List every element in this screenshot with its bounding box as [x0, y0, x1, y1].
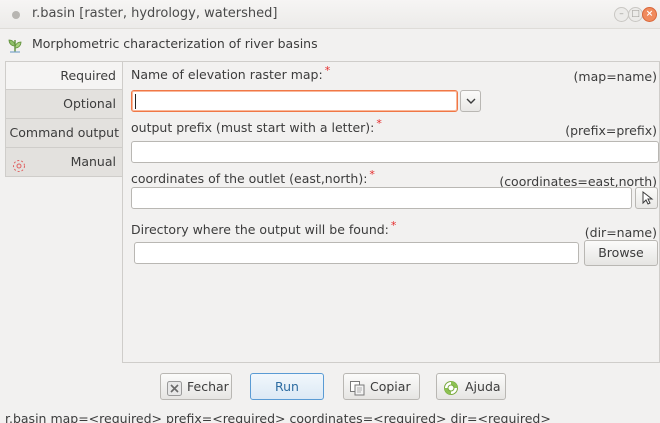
close-button[interactable]: Fechar — [160, 373, 232, 400]
close-button-label: Fechar — [187, 379, 229, 394]
window-menu-dot-icon[interactable] — [12, 11, 20, 19]
text-caret — [135, 94, 136, 109]
elevation-label-text: Name of elevation raster map: — [131, 67, 323, 82]
elevation-map-combobox[interactable] — [131, 90, 458, 112]
tab-required-label: Required — [60, 68, 116, 83]
tab-optional-label: Optional — [63, 96, 116, 111]
required-marker: * — [376, 117, 382, 130]
tab-manual[interactable]: Manual — [5, 148, 123, 177]
manual-help-icon — [12, 155, 26, 183]
elevation-dropdown-button[interactable] — [460, 90, 481, 112]
minimize-button[interactable]: – — [614, 7, 629, 22]
elevation-key: (map=name) — [573, 69, 657, 84]
browse-button[interactable]: Browse — [584, 240, 658, 266]
tab-required[interactable]: Required — [5, 61, 123, 90]
dir-input[interactable] — [134, 242, 579, 264]
required-marker: * — [324, 64, 331, 77]
dir-label-text: Directory where the output will be found… — [131, 222, 389, 237]
tab-list: Required Optional Command output Manual — [5, 61, 123, 177]
module-description: Morphometric characterization of river b… — [32, 36, 318, 51]
copy-icon — [350, 379, 365, 404]
tab-command-output[interactable]: Command output — [5, 119, 123, 148]
coordinates-input[interactable] — [131, 187, 632, 209]
window-titlebar[interactable]: r.basin [raster, hydrology, watershed] –… — [0, 0, 660, 29]
help-lifebuoy-icon — [443, 379, 459, 404]
required-marker: * — [390, 219, 397, 232]
watershed-leaf-icon — [6, 36, 24, 57]
coordinates-label: coordinates of the outlet (east,north): * — [131, 168, 375, 186]
window-title: r.basin [raster, hydrology, watershed] — [32, 6, 278, 21]
chevron-down-icon — [466, 98, 475, 104]
elevation-label: Name of elevation raster map: * — [131, 64, 331, 82]
prefix-input[interactable] — [131, 141, 659, 163]
module-header: Morphometric characterization of river b… — [0, 30, 660, 58]
tab-optional[interactable]: Optional — [5, 90, 123, 119]
dir-key: (dir=name) — [584, 225, 657, 240]
prefix-key: (prefix=prefix) — [565, 123, 657, 138]
run-button[interactable]: Run — [250, 373, 324, 400]
tab-command-output-label: Command output — [9, 125, 119, 140]
copy-button[interactable]: Copiar — [343, 373, 420, 400]
coordinates-label-text: coordinates of the outlet (east,north): — [131, 171, 368, 186]
pick-coordinates-button[interactable] — [635, 187, 658, 209]
tab-manual-label: Manual — [70, 154, 116, 169]
required-marker: * — [369, 168, 375, 181]
maximize-button[interactable]: □ — [628, 7, 643, 22]
required-panel: Name of elevation raster map: * (map=name… — [122, 61, 660, 363]
help-button-label: Ajuda — [465, 379, 501, 394]
pointer-icon — [642, 190, 653, 205]
close-window-button[interactable]: × — [642, 7, 657, 22]
dir-label: Directory where the output will be found… — [131, 219, 397, 237]
command-preview: r.basin map=<required> prefix=<required>… — [5, 411, 551, 423]
copy-button-label: Copiar — [370, 379, 411, 394]
prefix-label: output prefix (must start with a letter)… — [131, 117, 382, 135]
help-button[interactable]: Ajuda — [436, 373, 506, 400]
prefix-label-text: output prefix (must start with a letter)… — [131, 120, 375, 135]
close-x-icon — [167, 379, 182, 404]
run-button-label: Run — [275, 379, 299, 394]
